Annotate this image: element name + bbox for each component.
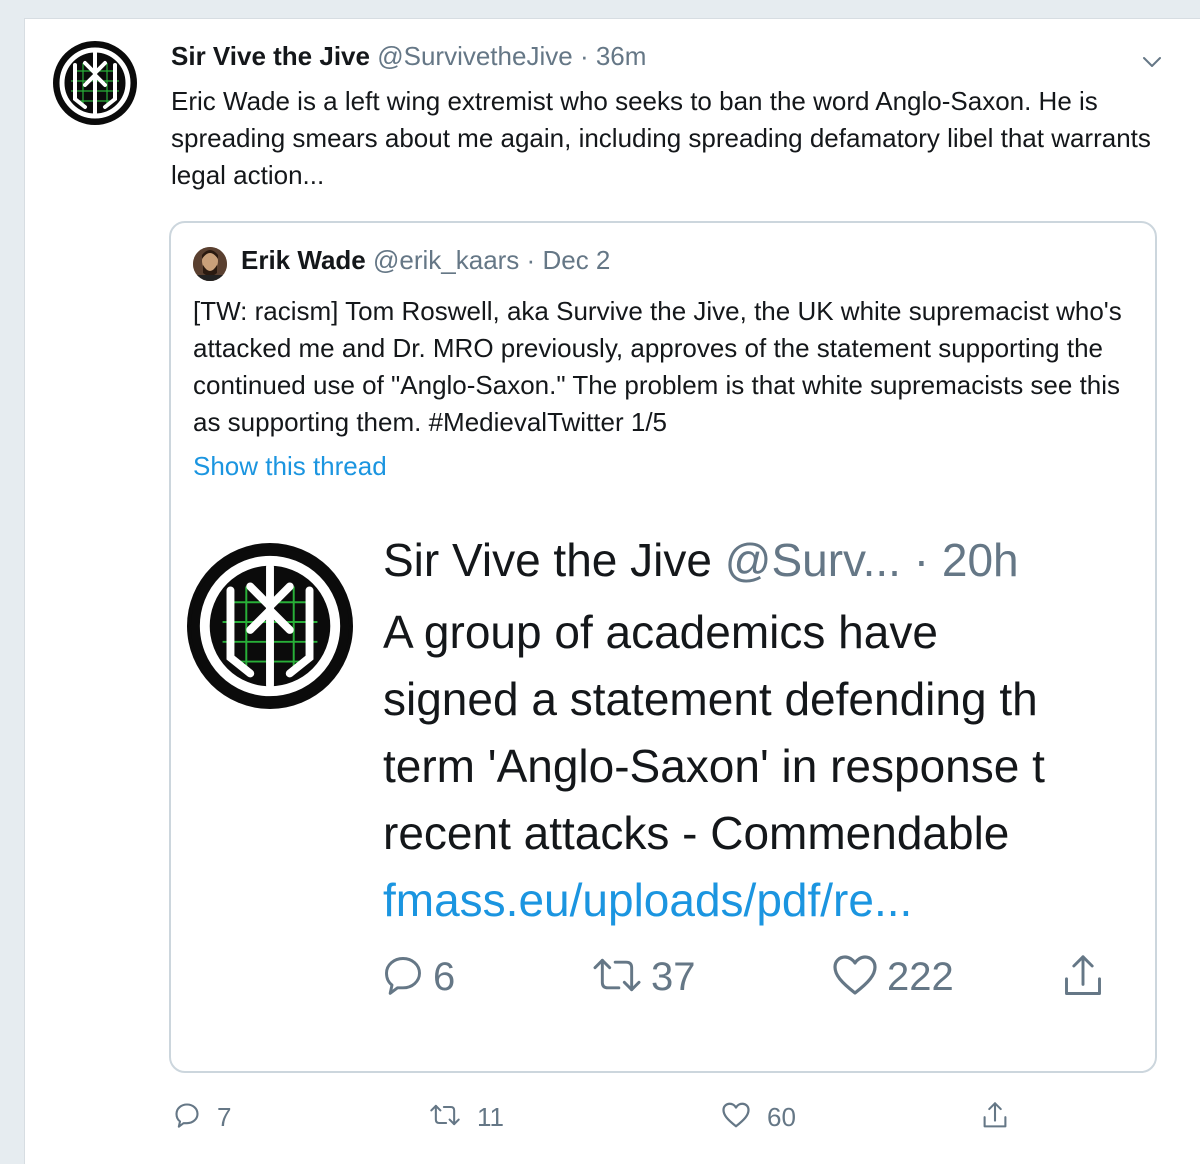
embedded-author-name: Sir Vive the Jive [383, 534, 712, 586]
quoted-author-name[interactable]: Erik Wade [241, 245, 366, 275]
embedded-author-handle: @Surv... [724, 534, 901, 586]
embedded-timestamp: 20h [941, 534, 1019, 586]
author-avatar[interactable] [53, 41, 137, 125]
quoted-tweet-header: Erik Wade @erik_kaars · Dec 2 [241, 245, 610, 276]
like-icon [831, 953, 879, 1002]
show-thread-link[interactable]: Show this thread [193, 451, 387, 482]
embedded-text-line: term 'Anglo-Saxon' in response t [383, 740, 1045, 792]
quoted-tweet-text: [TW: racism] Tom Roswell, aka Survive th… [193, 296, 1122, 437]
retweet-icon [591, 953, 643, 1002]
share-icon[interactable] [981, 1101, 1009, 1136]
embedded-text-line: A group of academics have [383, 606, 938, 658]
tweet-card[interactable]: Sir Vive the Jive @SurvivetheJive · 36m … [24, 18, 1200, 1164]
embedded-share-action [1061, 953, 1105, 1006]
embedded-author-avatar [187, 543, 353, 709]
embedded-retweet-action: 37 [591, 953, 696, 1002]
embedded-text-line: recent attacks - Commendable [383, 807, 1010, 859]
embedded-like-action: 222 [831, 953, 954, 1002]
embedded-link: fmass.eu/uploads/pdf/re... [383, 874, 913, 926]
quoted-timestamp[interactable]: Dec 2 [542, 245, 610, 275]
author-handle[interactable]: @SurvivetheJive [377, 41, 572, 71]
reply-icon[interactable] [173, 1101, 201, 1134]
embedded-text-line: signed a statement defending th [383, 673, 1038, 725]
retweet-button[interactable]: 11 [429, 1101, 504, 1134]
reply-button[interactable]: 7 [173, 1101, 231, 1134]
share-icon [1061, 953, 1105, 1006]
retweet-icon[interactable] [429, 1101, 461, 1134]
embedded-like-count: 222 [887, 955, 954, 999]
tweet-text: Eric Wade is a left wing extremist who s… [171, 86, 1151, 190]
embedded-tweet-text: A group of academics have signed a state… [383, 599, 1155, 934]
embedded-action-bar: 6 37 222 [381, 953, 1141, 1013]
quoted-author-handle[interactable]: @erik_kaars [373, 245, 519, 275]
share-button[interactable] [981, 1101, 1009, 1136]
separator-dot: · [579, 41, 589, 71]
separator-dot: · [913, 534, 930, 586]
reply-count: 7 [217, 1102, 232, 1132]
embedded-reply-action: 6 [381, 953, 455, 1002]
author-name[interactable]: Sir Vive the Jive [171, 41, 370, 71]
embedded-screenshot: Sir Vive the Jive @Surv... · 20h A group… [171, 513, 1155, 1053]
like-icon[interactable] [721, 1101, 751, 1134]
chevron-down-icon[interactable] [1139, 49, 1165, 75]
embedded-retweet-count: 37 [651, 955, 696, 999]
like-count: 60 [767, 1102, 796, 1132]
tweet-action-bar: 7 11 60 [173, 1101, 1073, 1141]
quoted-author-avatar[interactable] [193, 247, 227, 281]
quoted-tweet[interactable]: Erik Wade @erik_kaars · Dec 2 [TW: racis… [169, 221, 1157, 1073]
tweet-timestamp[interactable]: 36m [596, 41, 647, 71]
embedded-tweet-header: Sir Vive the Jive @Surv... · 20h [383, 533, 1019, 587]
embedded-reply-count: 6 [433, 955, 456, 999]
separator-dot: · [526, 245, 536, 275]
retweet-count: 11 [477, 1102, 504, 1132]
like-button[interactable]: 60 [721, 1101, 796, 1134]
reply-icon [381, 953, 425, 1002]
tweet-header: Sir Vive the Jive @SurvivetheJive · 36m [171, 41, 646, 72]
